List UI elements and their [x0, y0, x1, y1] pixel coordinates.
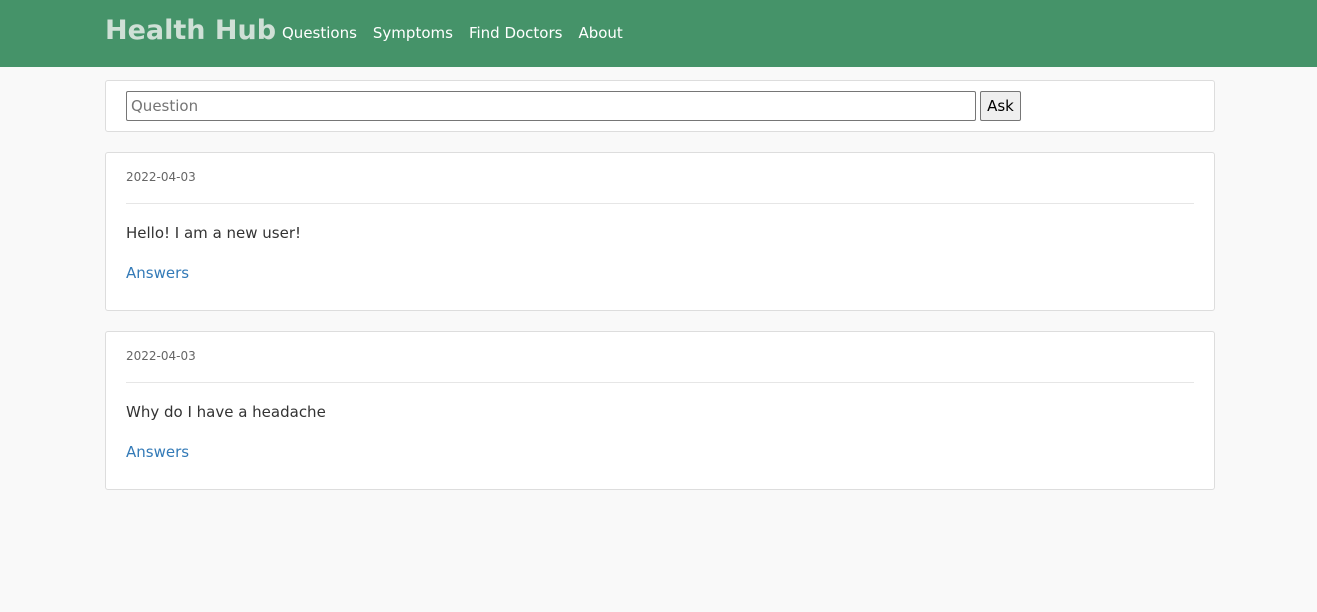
- main-nav: Questions Symptoms Find Doctors About: [282, 23, 623, 43]
- top-navbar: Health Hub Questions Symptoms Find Docto…: [0, 0, 1317, 67]
- question-card: 2022-04-03 Hello! I am a new user! Answe…: [105, 152, 1215, 311]
- nav-link-questions[interactable]: Questions: [282, 23, 357, 43]
- card-divider: [126, 203, 1194, 204]
- question-date: 2022-04-03: [126, 349, 196, 363]
- card-divider: [126, 382, 1194, 383]
- question-date: 2022-04-03: [126, 170, 196, 184]
- brand-logo[interactable]: Health Hub: [105, 14, 276, 48]
- nav-link-find-doctors[interactable]: Find Doctors: [469, 23, 563, 43]
- nav-link-about[interactable]: About: [578, 23, 622, 43]
- nav-link-symptoms[interactable]: Symptoms: [373, 23, 453, 43]
- answers-link[interactable]: Answers: [126, 263, 189, 283]
- answers-link[interactable]: Answers: [126, 442, 189, 462]
- ask-button[interactable]: Ask: [980, 91, 1021, 121]
- question-text: Hello! I am a new user!: [126, 224, 302, 242]
- ask-question-panel: Ask: [105, 80, 1215, 132]
- question-card: 2022-04-03 Why do I have a headache Answ…: [105, 331, 1215, 490]
- question-input[interactable]: [126, 91, 976, 121]
- question-text: Why do I have a headache: [126, 403, 326, 421]
